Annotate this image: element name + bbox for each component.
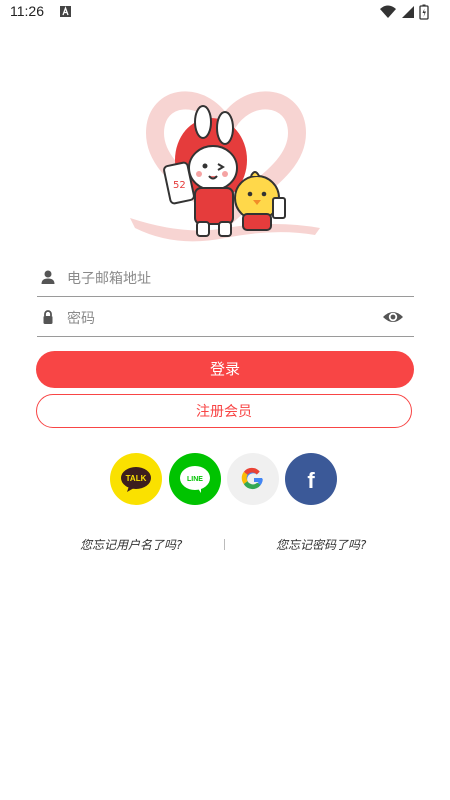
link-divider [224, 539, 225, 550]
register-button[interactable]: 注册会员 [36, 394, 412, 428]
email-input[interactable] [65, 264, 369, 294]
battery-icon [419, 4, 429, 20]
user-icon [41, 270, 55, 284]
line-label: LINE [187, 476, 203, 483]
status-time: 11:26 [10, 3, 44, 19]
password-field-row [37, 300, 414, 337]
forgot-links: 您忘记用户名了吗? 您忘记密码了吗? [0, 536, 450, 556]
password-input[interactable] [65, 304, 369, 334]
app-a-icon [60, 6, 71, 17]
forgot-password-link[interactable]: 您忘记密码了吗? [276, 536, 366, 553]
eye-icon[interactable] [382, 307, 404, 327]
google-login-button[interactable] [227, 453, 279, 505]
google-icon [241, 467, 263, 490]
forgot-username-link[interactable]: 您忘记用户名了吗? [80, 536, 182, 553]
kakao-label: TALK [126, 474, 147, 483]
email-field-row [37, 260, 414, 297]
lock-icon [43, 310, 53, 324]
line-icon: LINE [180, 466, 210, 493]
kakao-talk-icon: TALK [121, 467, 151, 492]
facebook-icon: f [307, 468, 315, 493]
wifi-icon [380, 5, 396, 18]
hero-illustration: 52 [125, 88, 325, 248]
status-bar: 11:26 [0, 0, 450, 24]
login-button[interactable]: 登录 [36, 351, 414, 388]
status-icons [378, 4, 438, 20]
phone-badge-text: 52 [173, 180, 186, 191]
facebook-label: f [307, 468, 315, 493]
cell-signal-icon [402, 6, 414, 18]
facebook-login-button[interactable]: f [285, 453, 337, 505]
line-login-button[interactable]: LINE [169, 453, 221, 505]
social-login-row: TALK LINE f [110, 453, 342, 505]
kakao-login-button[interactable]: TALK [110, 453, 162, 505]
